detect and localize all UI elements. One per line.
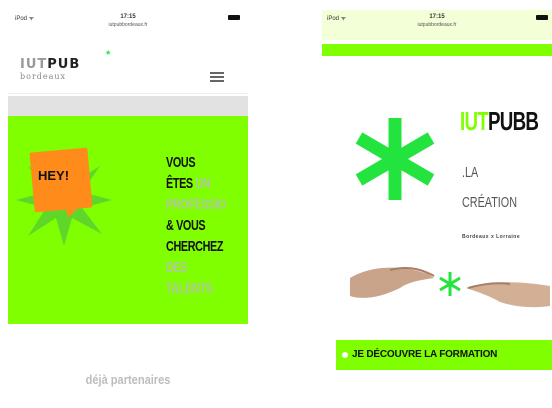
hero-line: & VOUS	[166, 217, 206, 234]
status-bar: iPod ᯤ 17:15 iutpubbordeaux.fr	[322, 10, 552, 40]
site-header: IUTPUB * bordeaux	[8, 36, 248, 94]
battery-icon	[536, 15, 548, 20]
hero-line: DES	[166, 259, 188, 276]
battery-icon	[228, 15, 240, 20]
clock: 17:15	[429, 14, 445, 20]
brand-cut: B	[525, 106, 539, 136]
logo-star-icon: *	[106, 49, 111, 61]
bullet-icon	[342, 352, 348, 358]
brand-title: IUTPUBB	[460, 106, 539, 137]
menu-icon[interactable]	[210, 72, 224, 82]
logo-pub: PUB	[47, 57, 81, 72]
brand-iut: IUT	[460, 106, 489, 136]
hero-line-extra: UN	[195, 175, 211, 192]
tagline-creation: CRÉATION	[462, 194, 518, 211]
hands-illustration	[350, 267, 550, 308]
hero-section: HEY! VOUS ÊTES UN PROFESSIO & VOUS CHERC…	[8, 116, 248, 324]
hero-line: PROFESSIO	[166, 196, 226, 213]
discover-formation-button[interactable]: JE DÉCOUVRE LA FORMATION	[336, 340, 552, 370]
hero-headline: VOUS ÊTES UN PROFESSIO & VOUS CHERCHEZ D…	[166, 152, 231, 299]
gray-band	[8, 96, 248, 116]
hero-line: CHERCHEZ	[166, 238, 224, 255]
green-strip	[322, 44, 552, 56]
clock: 17:15	[120, 14, 136, 20]
tagline-la: .LA	[462, 164, 479, 181]
left-phone-screen: iPod ᯤ 17:15 iutpubbordeaux.fr IUTPUB * …	[8, 10, 248, 324]
hero-line: ÊTES	[166, 175, 196, 192]
hey-label: HEY!	[38, 168, 70, 183]
url-bar[interactable]: iutpubbordeaux.fr	[8, 22, 248, 28]
right-phone-screen: iPod ᯤ 17:15 iutpubbordeaux.fr IUTPUBB .…	[322, 10, 552, 404]
logo-subtitle: bordeaux	[20, 72, 67, 81]
page: iPod ᯤ 17:15 iutpubbordeaux.fr IUTPUB * …	[0, 0, 552, 408]
hero-line: VOUS	[166, 154, 196, 171]
site-logo[interactable]: IUTPUB * bordeaux	[20, 50, 110, 81]
partners-caption: déjà partenaires	[85, 372, 171, 387]
small-caption: Bordeaux x Lorraine	[462, 234, 521, 240]
asterisk-icon	[355, 118, 435, 200]
logo-iut: IUT	[20, 57, 48, 72]
brand-pub: PUB	[488, 106, 526, 136]
url-bar[interactable]: iutpubbordeaux.fr	[322, 22, 552, 28]
status-bar: iPod ᯤ 17:15 iutpubbordeaux.fr	[8, 10, 248, 36]
hero-line: TALENTS	[166, 280, 213, 297]
cta-label: JE DÉCOUVRE LA FORMATION	[352, 349, 498, 360]
